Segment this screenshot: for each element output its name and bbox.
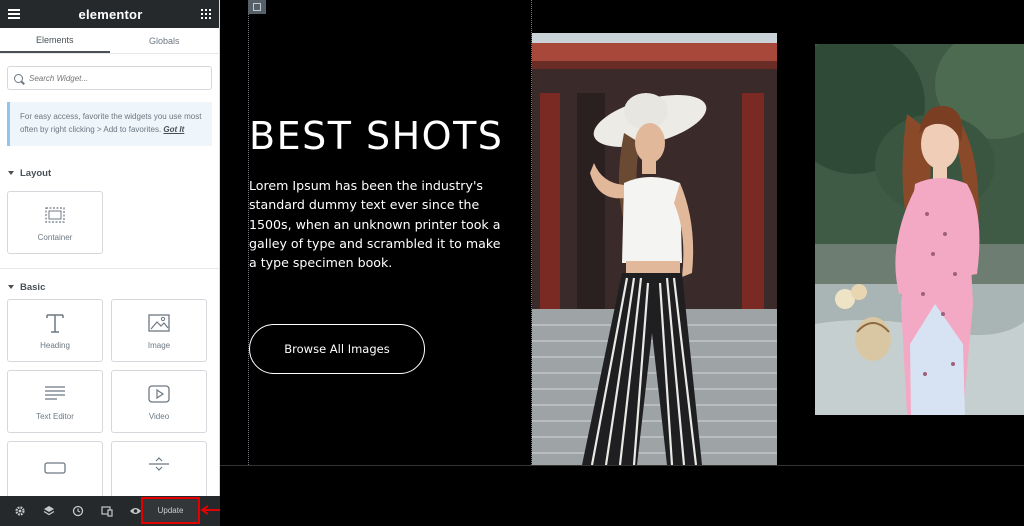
tab-globals[interactable]: Globals — [110, 28, 220, 53]
button-widget-icon — [44, 456, 66, 480]
got-it-link[interactable]: Got It — [163, 125, 184, 134]
panel-tabs: Elements Globals — [0, 28, 219, 54]
responsive-icon[interactable] — [92, 496, 121, 526]
panel-header: elementor — [0, 0, 219, 28]
search-box — [7, 66, 212, 90]
basic-widgets: Heading Image Text Editor Video — [0, 299, 219, 496]
video-icon — [148, 382, 170, 406]
page-headline: BEST SHOTS — [249, 114, 504, 158]
section-boundary — [220, 465, 1024, 466]
favorites-notice: For easy access, favorite the widgets yo… — [7, 102, 212, 146]
heading-icon — [44, 311, 66, 335]
browse-all-images-button[interactable]: Browse All Images — [249, 324, 425, 374]
section-basic-header[interactable]: Basic — [0, 280, 219, 294]
widget-divider-partial[interactable] — [111, 441, 207, 496]
widget-label: Heading — [40, 341, 70, 350]
widget-image[interactable]: Image — [111, 299, 207, 362]
caret-down-icon — [8, 171, 14, 175]
fashion-photo-hat — [532, 33, 777, 465]
section-title: Basic — [20, 281, 46, 293]
brand-logo: elementor — [78, 6, 143, 22]
caret-down-icon — [8, 285, 14, 289]
tab-elements[interactable]: Elements — [0, 28, 110, 53]
section-layout-header[interactable]: Layout — [0, 166, 219, 180]
section-title: Layout — [20, 167, 52, 179]
text-editor-icon — [44, 382, 66, 406]
layers-icon[interactable] — [34, 496, 63, 526]
widget-label: Container — [37, 233, 73, 242]
container-icon — [45, 203, 65, 227]
apps-grid-icon[interactable] — [201, 9, 211, 19]
widget-video[interactable]: Video — [111, 370, 207, 433]
widget-label: Image — [147, 341, 171, 350]
settings-icon[interactable] — [5, 496, 34, 526]
menu-icon[interactable] — [8, 9, 20, 19]
widget-text-editor[interactable]: Text Editor — [7, 370, 103, 433]
update-button[interactable]: Update — [141, 497, 200, 524]
elementor-editor: elementor Elements Globals For easy acce… — [0, 0, 1024, 526]
intro-paragraph: Lorem Ipsum has been the industry's stan… — [249, 178, 501, 271]
history-icon[interactable] — [63, 496, 92, 526]
divider-widget-icon — [148, 452, 170, 476]
widget-label: Video — [148, 412, 170, 421]
column-handle-icon[interactable] — [248, 0, 266, 14]
layout-widgets: Container — [0, 191, 219, 254]
search-icon — [14, 73, 23, 83]
fashion-photo-pink-dress — [815, 44, 1024, 415]
widget-button-partial[interactable] — [7, 441, 103, 496]
widget-container[interactable]: Container — [7, 191, 103, 254]
widget-heading[interactable]: Heading — [7, 299, 103, 362]
image-icon — [148, 311, 170, 335]
search-input[interactable] — [29, 73, 199, 83]
widget-panel: elementor Elements Globals For easy acce… — [0, 0, 220, 496]
widget-label: Text Editor — [36, 412, 74, 421]
